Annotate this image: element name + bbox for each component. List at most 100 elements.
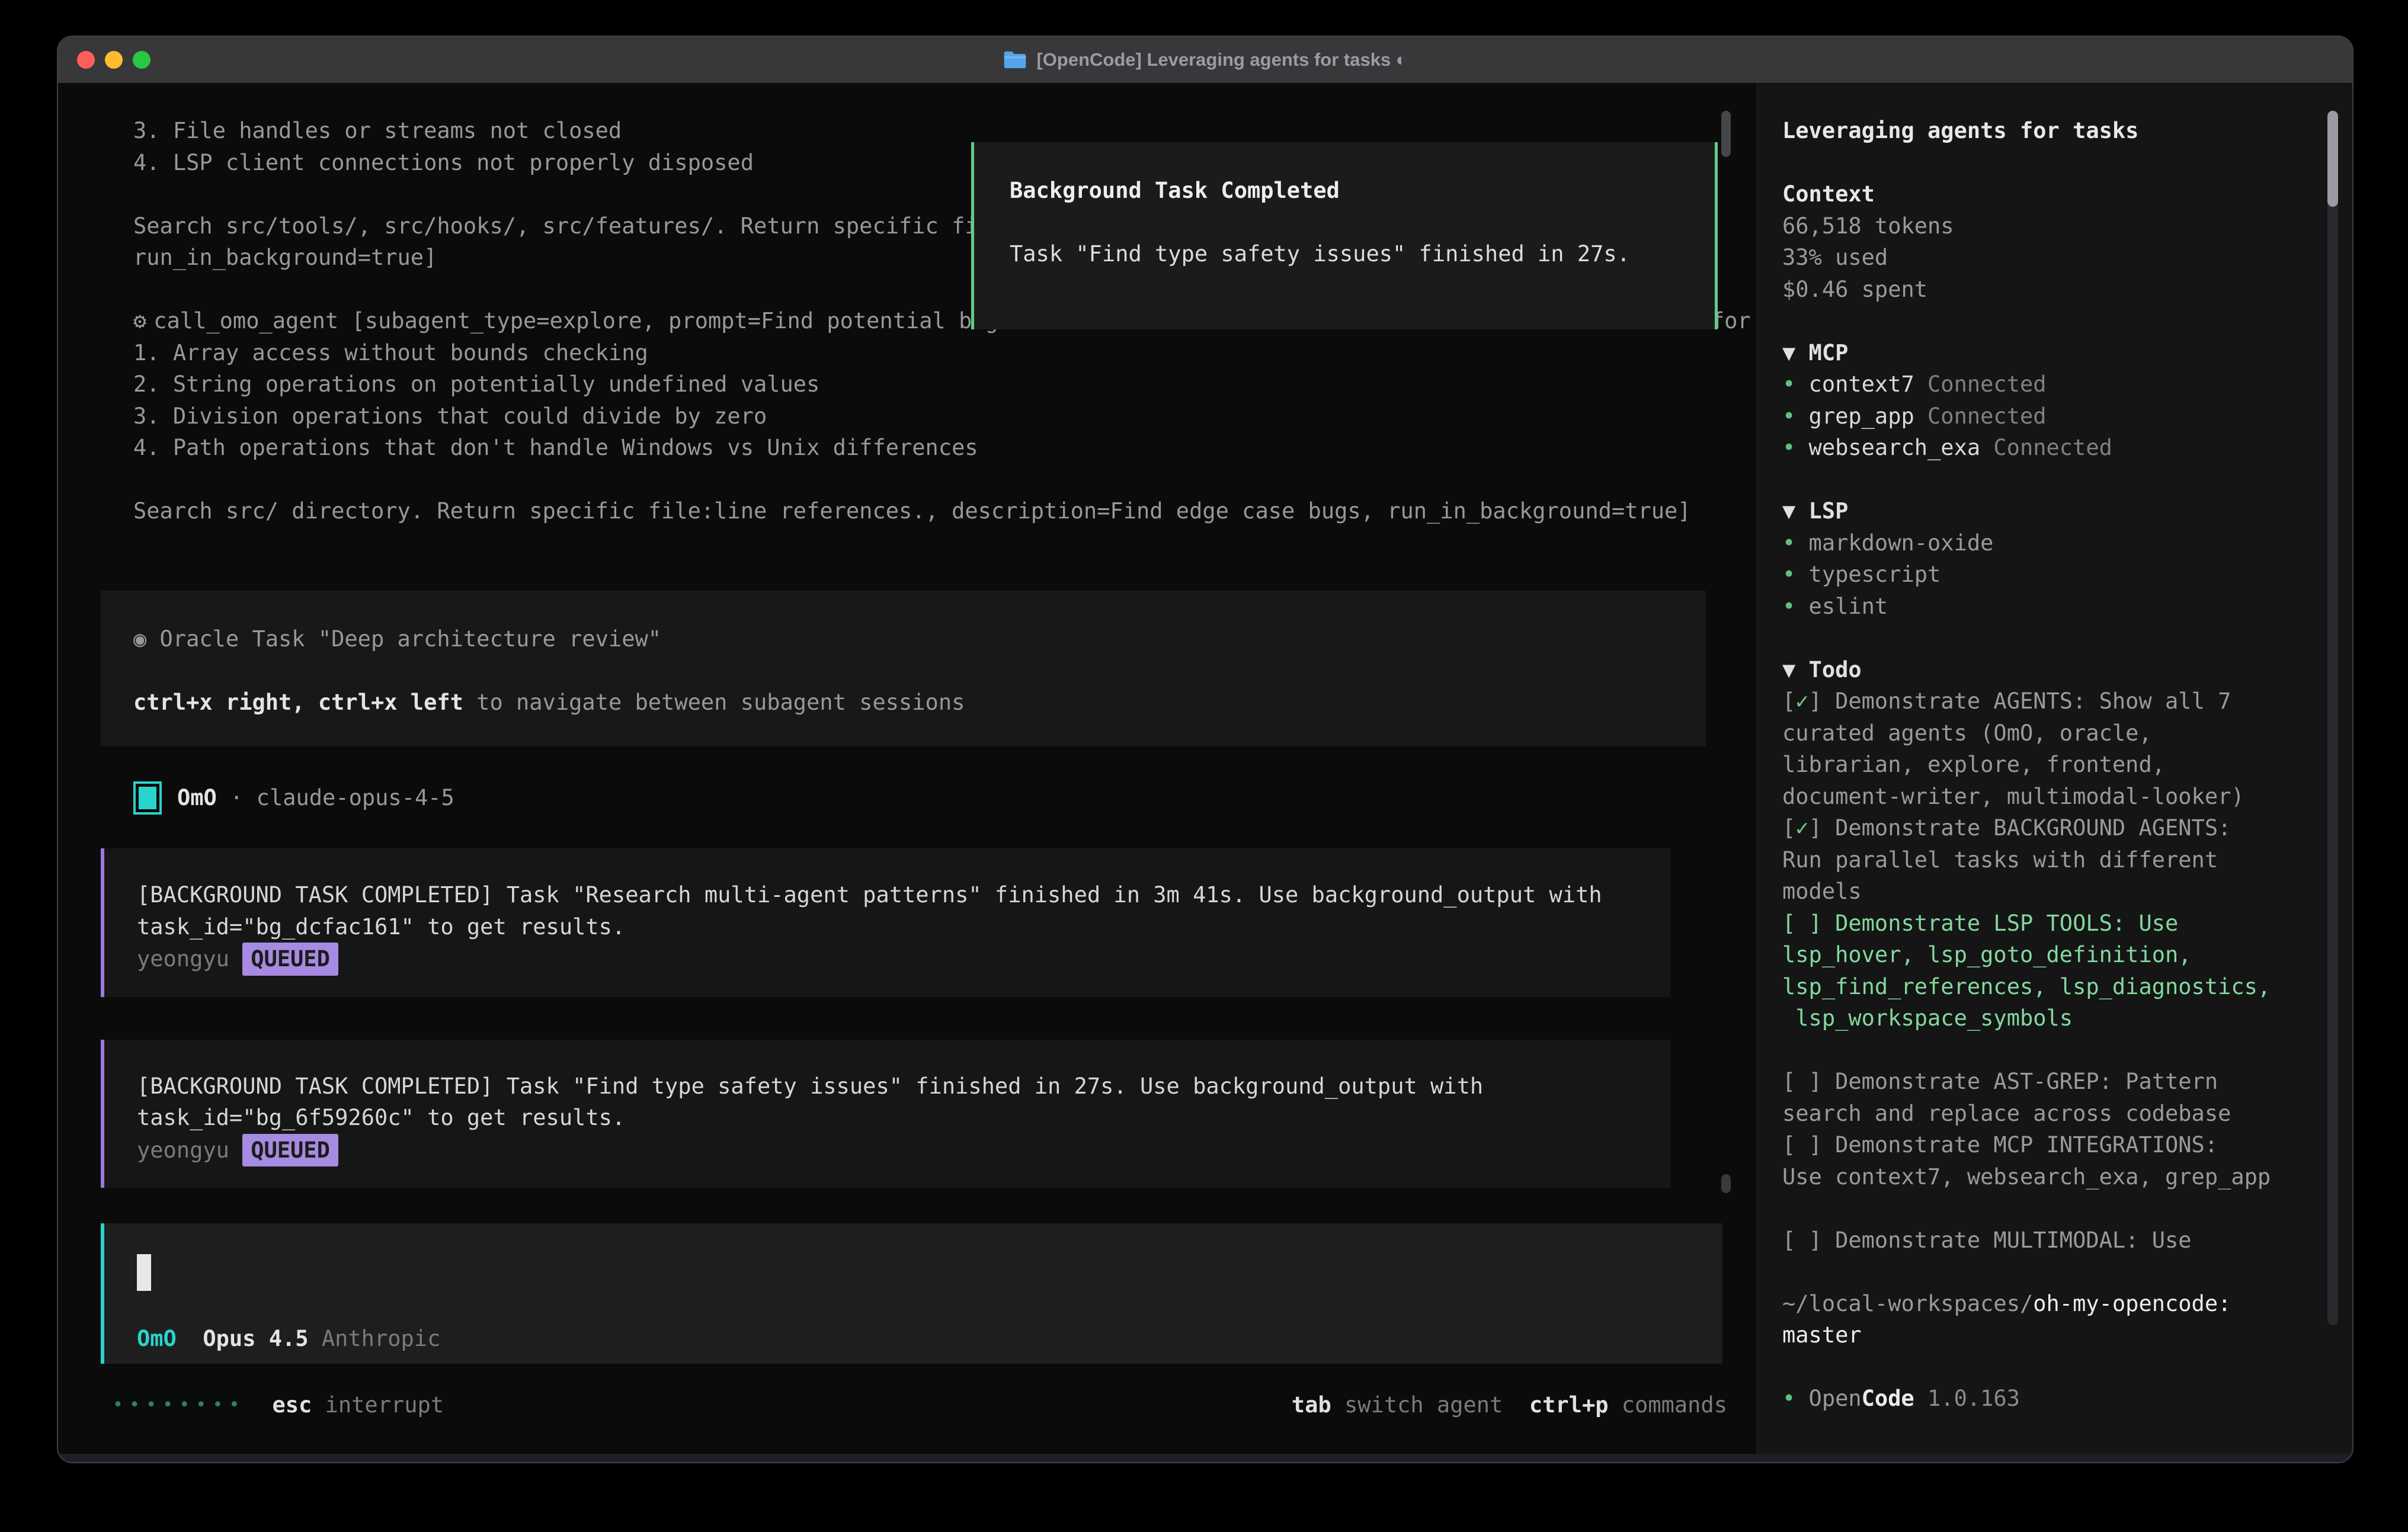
section-mcp[interactable]: ▼MCP <box>1782 337 2323 369</box>
sidebar-scrollbar-track[interactable] <box>2327 111 2338 1325</box>
desktop: [OpenCode] Leveraging agents for tasks ◐… <box>0 0 2408 1532</box>
queued-badge: QUEUED <box>242 943 338 976</box>
bullet-icon: • <box>1782 432 1809 464</box>
chevron-down-icon: ▼ <box>1782 654 1809 686</box>
hint-text: to navigate between subagent sessions <box>463 690 965 715</box>
todo-item-current: [ ]Demonstrate LSP TOOLS: Use lsp_hover,… <box>1782 908 2323 1034</box>
input-footer: OmO Opus 4.5 Anthropic <box>137 1323 1690 1355</box>
output-line: Search src/ directory. Return specific f… <box>101 495 1754 527</box>
session-title: Leveraging agents for tasks <box>1782 115 2323 147</box>
git-branch: master <box>1782 1319 2323 1351</box>
main-scrollbar-mark[interactable] <box>1721 1174 1731 1193</box>
queued-badge: QUEUED <box>242 1134 338 1167</box>
output-line: 2. String operations on potentially unde… <box>101 368 1754 400</box>
mcp-item: •websearch_exaConnected <box>1782 432 2323 464</box>
bullet-icon: • <box>1782 591 1809 623</box>
oracle-task-text: Oracle Task "Deep architecture review" <box>160 626 661 652</box>
notification-body: Task "Find type safety issues" finished … <box>1010 238 1691 270</box>
check-icon: ✓ <box>1795 815 1808 841</box>
window-title: [OpenCode] Leveraging agents for tasks ◐ <box>1003 49 1407 70</box>
app-window: [OpenCode] Leveraging agents for tasks ◐… <box>57 36 2353 1463</box>
chevron-down-icon: ▼ <box>1782 337 1809 369</box>
background-task-block: [BACKGROUND TASK COMPLETED] Task "Resear… <box>101 848 1670 997</box>
folder-icon <box>1003 50 1027 69</box>
lsp-item: •markdown-oxide <box>1782 527 2323 559</box>
gear-icon: ⚙ <box>133 308 146 334</box>
task-user: yeongyu <box>137 946 229 972</box>
spinner-dots-icon: •••••••• <box>113 1389 246 1421</box>
zoom-button[interactable] <box>133 51 150 69</box>
window-bottom-edge <box>58 1454 2352 1462</box>
bullet-icon: • <box>1782 559 1809 591</box>
context-tokens: 66,518 tokens <box>1782 210 2323 242</box>
background-task-block: [BACKGROUND TASK COMPLETED] Task "Find t… <box>101 1040 1670 1188</box>
mcp-item: •context7Connected <box>1782 368 2323 400</box>
todo-item-done: [✓]Demonstrate BACKGROUND AGENTS: Run pa… <box>1782 812 2323 908</box>
esc-hint: escinterrupt <box>273 1389 444 1421</box>
app-version: •OpenCode1.0.163 <box>1782 1383 2323 1415</box>
minimize-button[interactable] <box>105 51 123 69</box>
task-block-meta: yeongyu QUEUED <box>137 943 1647 976</box>
text-cursor <box>137 1254 151 1291</box>
workspace-path: ~/local-workspaces/oh-my-opencode: <box>1782 1288 2323 1320</box>
empty-checkbox <box>1795 1227 1808 1253</box>
window-body: 3. File handles or streams not closed 4.… <box>58 84 2352 1454</box>
todo-item-done: [✓]Demonstrate AGENTS: Show all 7 curate… <box>1782 685 2323 812</box>
output-line: 1. Array access without bounds checking <box>101 337 1754 369</box>
provider-label: Anthropic <box>322 1326 440 1351</box>
input-line <box>137 1254 1690 1291</box>
bullet-icon: • <box>1782 400 1809 432</box>
task-block-line: task_id="bg_6f59260c" to get results. <box>137 1102 1647 1134</box>
sidebar: Leveraging agents for tasks Context 66,5… <box>1754 84 2352 1454</box>
todo-item-pending: [ ]Demonstrate MULTIMODAL: Use <box>1782 1225 2323 1257</box>
oracle-task-box: ◉Oracle Task "Deep architecture review" … <box>101 591 1706 747</box>
tab-hint: tabswitch agent <box>1292 1389 1503 1421</box>
check-icon: ✓ <box>1795 688 1808 714</box>
agent-square-icon <box>133 781 162 815</box>
bullet-icon: • <box>1782 1383 1809 1415</box>
context-spent: $0.46 spent <box>1782 274 2323 306</box>
lsp-item: •typescript <box>1782 559 2323 591</box>
task-block-line: [BACKGROUND TASK COMPLETED] Task "Find t… <box>137 1071 1647 1102</box>
fisheye-icon: ◉ <box>133 626 146 652</box>
context-header: Context <box>1782 178 2323 210</box>
lsp-item: •eslint <box>1782 591 2323 623</box>
subagent-session-row: OmO · claude-opus-4-5 <box>101 781 1754 815</box>
navigation-hint: ctrl+x right, ctrl+x left to navigate be… <box>133 687 1682 719</box>
main-scrollbar-thumb[interactable] <box>1721 111 1731 157</box>
task-block-line: task_id="bg_dcfac161" to get results. <box>137 911 1647 943</box>
separator-dot <box>217 785 230 810</box>
todo-item-pending: [ ]Demonstrate AST-GREP: Pattern search … <box>1782 1066 2323 1129</box>
background-task-notification[interactable]: Background Task Completed Task "Find typ… <box>971 142 1718 329</box>
output-line: 3. Division operations that could divide… <box>101 400 1754 432</box>
empty-checkbox <box>1795 911 1808 936</box>
mcp-item: •grep_appConnected <box>1782 400 2323 432</box>
empty-checkbox <box>1795 1069 1808 1094</box>
bullet-icon: • <box>1782 368 1809 400</box>
section-todo[interactable]: ▼Todo <box>1782 654 2323 686</box>
middle-dot: · <box>230 785 243 810</box>
titlebar: [OpenCode] Leveraging agents for tasks ◐ <box>58 37 2352 84</box>
todo-item-pending: [ ]Demonstrate MCP INTEGRATIONS: Use con… <box>1782 1129 2323 1193</box>
prompt-input[interactable]: OmO Opus 4.5 Anthropic <box>101 1223 1722 1364</box>
task-user: yeongyu <box>137 1137 229 1163</box>
terminal-main: 3. File handles or streams not closed 4.… <box>58 84 1754 1454</box>
notification-title: Background Task Completed <box>1010 175 1691 207</box>
close-button[interactable] <box>77 51 95 69</box>
section-lsp[interactable]: ▼LSP <box>1782 495 2323 527</box>
active-model-label: Opus 4.5 <box>203 1326 308 1351</box>
output-line: 4. Path operations that don't handle Win… <box>101 432 1754 464</box>
window-title-text: [OpenCode] Leveraging agents for tasks ◐ <box>1036 49 1407 70</box>
oracle-task-line: ◉ Oracle Task "Deep architecture review" <box>133 623 1682 655</box>
context-used: 33% used <box>1782 242 2323 274</box>
hint-keys: ctrl+x right, ctrl+x left <box>133 690 463 715</box>
active-agent-label: OmO <box>137 1326 177 1351</box>
status-bar: •••••••• escinterrupt tabswitch agent ct… <box>101 1389 1754 1421</box>
commands-hint: ctrl+pcommands <box>1529 1389 1727 1421</box>
chevron-down-icon: ▼ <box>1782 495 1809 527</box>
sidebar-scrollbar-thumb[interactable] <box>2327 111 2338 207</box>
traffic-lights <box>77 37 150 83</box>
agent-model: claude-opus-4-5 <box>257 785 454 810</box>
task-block-meta: yeongyu QUEUED <box>137 1134 1647 1167</box>
agent-name: OmO <box>177 785 217 810</box>
